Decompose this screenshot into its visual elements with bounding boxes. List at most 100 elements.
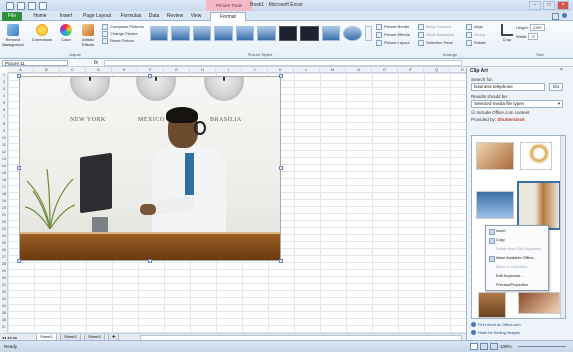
picture-style-10[interactable]	[343, 26, 362, 41]
maximize-icon[interactable]: □	[543, 1, 555, 10]
tab-home[interactable]: Home	[30, 12, 50, 21]
picture-style-5[interactable]	[235, 26, 255, 41]
find-more-link[interactable]: Find more at Office.com	[471, 322, 521, 328]
picture-effects-button[interactable]: Picture Effects	[376, 32, 410, 38]
row-header[interactable]: 32	[0, 290, 8, 294]
bring-forward-button[interactable]: Bring Forward	[418, 24, 451, 30]
gallery-more-icon[interactable]	[364, 26, 373, 41]
row-header[interactable]: 12	[0, 150, 8, 154]
formula-input[interactable]	[104, 60, 462, 66]
minimize-ribbon-icon[interactable]	[552, 13, 559, 20]
selection-pane-button[interactable]: Selection Pane	[418, 40, 453, 46]
results-scrollbar[interactable]	[560, 136, 565, 318]
row-header[interactable]: 6	[0, 108, 8, 112]
row-header[interactable]: 22	[0, 220, 8, 224]
resize-handle-left[interactable]	[17, 166, 21, 170]
row-header[interactable]: 5	[0, 101, 8, 105]
row-header[interactable]: 10	[0, 136, 8, 140]
row-header[interactable]: 27	[0, 255, 8, 259]
row-header[interactable]: 8	[0, 122, 8, 126]
menu-item-move[interactable]: Move to Collection...	[496, 265, 530, 269]
row-header[interactable]: 36	[0, 318, 8, 322]
row-header[interactable]: 23	[0, 227, 8, 231]
row-header[interactable]: 11	[0, 143, 8, 147]
clip-thumb-2[interactable]	[520, 142, 552, 170]
page-break-view-icon[interactable]	[490, 343, 498, 350]
menu-item-insert[interactable]: Insert	[496, 229, 506, 233]
picture-style-7[interactable]	[278, 26, 298, 41]
picture-style-4[interactable]	[214, 26, 233, 41]
color-button[interactable]: Color	[58, 24, 74, 42]
clip-thumb-selected[interactable]	[517, 181, 561, 230]
row-header[interactable]: 13	[0, 157, 8, 161]
name-box[interactable]: Picture 11	[2, 60, 68, 66]
resize-handle-top[interactable]	[148, 74, 152, 78]
corrections-button[interactable]: Corrections	[30, 24, 54, 42]
crop-button[interactable]: Crop	[500, 24, 514, 42]
align-button[interactable]: Align	[466, 24, 483, 30]
row-header[interactable]: 7	[0, 115, 8, 119]
tab-formulas[interactable]: Formulas	[118, 12, 144, 21]
send-backward-button[interactable]: Send Backward	[418, 32, 454, 38]
remove-background-button[interactable]: Remove Background	[2, 24, 24, 47]
clip-thumb-1[interactable]	[476, 142, 514, 170]
menu-item-preview[interactable]: Preview/Properties	[496, 283, 528, 287]
save-icon[interactable]	[17, 2, 25, 10]
row-header[interactable]: 16	[0, 178, 8, 182]
picture-border-button[interactable]: Picture Border	[376, 24, 410, 30]
row-header[interactable]: 4	[0, 94, 8, 98]
picture-style-8[interactable]	[300, 26, 319, 41]
row-header[interactable]: 3	[0, 87, 8, 91]
resize-handle-top-right[interactable]	[279, 74, 283, 78]
search-input[interactable]: business telephone	[471, 83, 545, 91]
zoom-level[interactable]: 100%	[500, 344, 512, 349]
fx-icon[interactable]: fx	[94, 60, 98, 66]
menu-item-delete[interactable]: Delete from Clip Organizer	[496, 247, 541, 251]
picture-style-6[interactable]	[257, 26, 276, 41]
row-header[interactable]: 15	[0, 171, 8, 175]
row-header[interactable]: 29	[0, 269, 8, 273]
compress-pictures-button[interactable]: Compress Pictures	[102, 24, 144, 30]
clip-thumb-5[interactable]	[478, 292, 506, 318]
undo-icon[interactable]	[28, 2, 36, 10]
resize-handle-bottom[interactable]	[148, 259, 152, 263]
normal-view-icon[interactable]	[470, 343, 478, 350]
close-icon[interactable]: ×	[557, 1, 569, 10]
row-header[interactable]: 33	[0, 297, 8, 301]
inserted-picture[interactable]: NEW YORK MEXICO BRASILIA	[19, 76, 281, 261]
picture-layout-button[interactable]: Picture Layout	[376, 40, 410, 46]
row-header[interactable]: 17	[0, 185, 8, 189]
picture-style-2[interactable]	[171, 26, 190, 41]
help-icon[interactable]	[562, 13, 567, 18]
picture-style-1[interactable]	[150, 26, 169, 41]
resize-handle-bottom-left[interactable]	[17, 259, 21, 263]
group-button[interactable]: Group	[466, 32, 485, 38]
include-office-checkbox[interactable]: ☑ Include Office.com content	[471, 110, 530, 116]
menu-item-copy[interactable]: Copy	[496, 238, 505, 242]
row-header[interactable]: 2	[0, 80, 8, 84]
row-header[interactable]: 37	[0, 325, 8, 329]
clip-thumb-6[interactable]	[518, 292, 560, 314]
row-header[interactable]: 28	[0, 262, 8, 266]
change-picture-button[interactable]: Change Picture	[102, 31, 138, 37]
row-header[interactable]: 24	[0, 234, 8, 238]
reset-picture-button[interactable]: Reset Picture	[102, 38, 134, 44]
picture-style-3[interactable]	[192, 26, 212, 41]
zoom-slider[interactable]	[518, 346, 566, 347]
row-header[interactable]: 14	[0, 164, 8, 168]
tab-page-layout[interactable]: Page Layout	[80, 12, 114, 21]
resize-handle-top-left[interactable]	[17, 74, 21, 78]
picture-style-9[interactable]	[321, 26, 341, 41]
minimize-icon[interactable]: –	[529, 1, 541, 10]
redo-icon[interactable]	[39, 2, 47, 10]
artistic-effects-button[interactable]: Artistic Effects	[78, 24, 98, 47]
tab-file[interactable]: File	[2, 12, 22, 21]
row-header[interactable]: 26	[0, 248, 8, 252]
menu-item-edit-keywords[interactable]: Edit Keywords...	[496, 274, 523, 278]
tab-insert[interactable]: Insert	[56, 12, 76, 21]
row-header[interactable]: 30	[0, 276, 8, 280]
row-header[interactable]: 19	[0, 199, 8, 203]
row-header[interactable]: 18	[0, 192, 8, 196]
row-header[interactable]: 9	[0, 129, 8, 133]
resize-handle-right[interactable]	[279, 166, 283, 170]
